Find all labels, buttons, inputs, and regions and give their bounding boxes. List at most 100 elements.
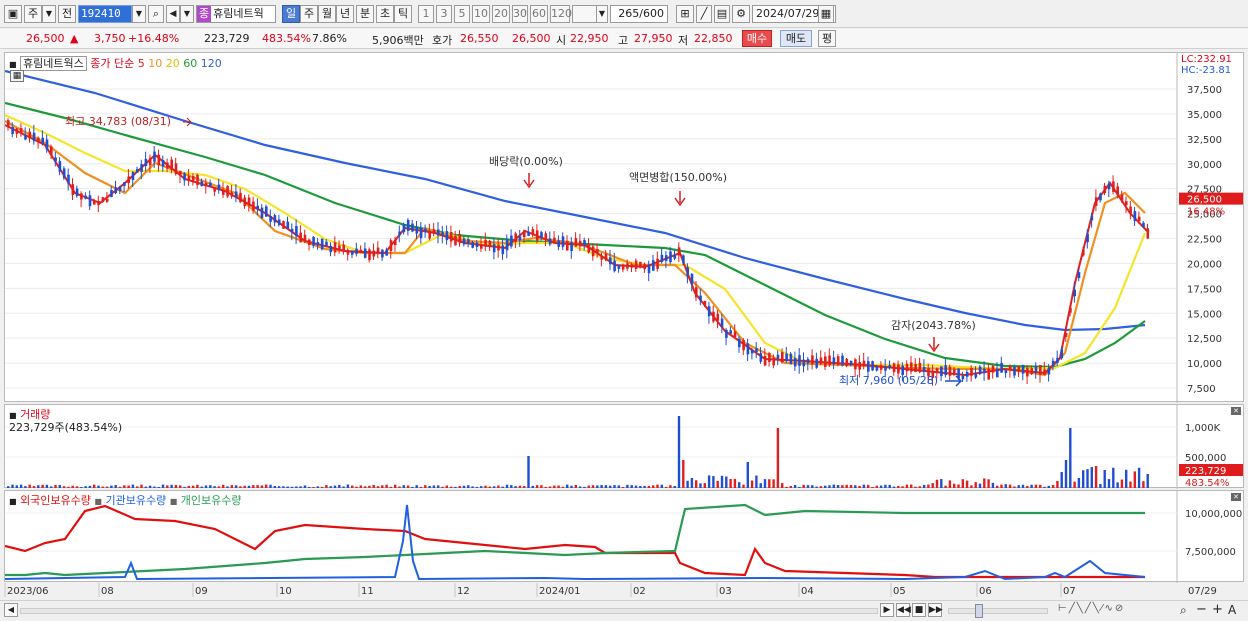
- panel-close-icon[interactable]: ✕: [1231, 407, 1241, 415]
- code-dropdown-icon[interactable]: ▼: [132, 5, 146, 23]
- data-count-box[interactable]: 265/600: [610, 5, 668, 23]
- draw-tool-icon[interactable]: ╱: [696, 5, 712, 23]
- search-icon[interactable]: ⌕: [148, 5, 164, 23]
- interval-button-120[interactable]: 120: [550, 5, 572, 23]
- interval-button-20[interactable]: 20: [492, 5, 510, 23]
- high-price: 27,950: [634, 32, 673, 45]
- zoom-track[interactable]: [948, 608, 1048, 614]
- candle-body: [604, 253, 608, 260]
- market-dropdown-icon[interactable]: ▼: [42, 5, 56, 23]
- interval-button-5[interactable]: 5: [454, 5, 470, 23]
- buy-button[interactable]: 매수: [742, 30, 772, 47]
- candle-body: [50, 146, 53, 156]
- volume-bar: [609, 485, 612, 488]
- speaker-dropdown-icon[interactable]: ▼: [180, 5, 194, 23]
- candle-body: [269, 215, 272, 222]
- period-button-4[interactable]: 분: [356, 5, 374, 23]
- dividend-arrow-icon: [523, 173, 535, 189]
- market-prev-button[interactable]: 전: [58, 5, 76, 23]
- candle-body: [1112, 181, 1115, 192]
- candle-body: [127, 176, 130, 184]
- period-button-5[interactable]: 초: [376, 5, 394, 23]
- font-size-icon[interactable]: A: [1228, 603, 1236, 617]
- rewind-button[interactable]: ◀◀: [896, 603, 911, 617]
- volume-bar: [828, 485, 831, 488]
- candle-body: [510, 235, 513, 247]
- volume-bar: [200, 486, 203, 488]
- price-change: 3,750: [94, 32, 126, 45]
- window-menu-icon[interactable]: ▣: [4, 5, 22, 23]
- volume-bar: [720, 475, 724, 488]
- volume-bar: [24, 486, 27, 488]
- interval-dropdown-icon[interactable]: ▼: [596, 5, 608, 23]
- candle-body: [58, 161, 62, 172]
- period-button-6[interactable]: 틱: [394, 5, 412, 23]
- scrollbar-track[interactable]: [20, 608, 878, 614]
- sell-button[interactable]: 매도: [780, 30, 812, 47]
- period-button-3[interactable]: 년: [336, 5, 354, 23]
- volume-bar: [222, 484, 225, 488]
- volume-bar: [1060, 472, 1063, 488]
- volume-bar: [381, 485, 384, 488]
- period-button-1[interactable]: 주: [300, 5, 318, 23]
- volume-bar: [587, 485, 590, 488]
- volume-bar: [475, 486, 479, 488]
- panel-close-icon[interactable]: ✕: [1231, 493, 1241, 501]
- volume-bar: [441, 486, 444, 488]
- stock-code-input[interactable]: 192410: [78, 5, 132, 23]
- volume-chart[interactable]: 1,000K 500,000 223,729483.54%: [5, 405, 1245, 489]
- forward-button[interactable]: ▶▶: [928, 603, 943, 617]
- candle-body: [118, 186, 122, 191]
- interval-button-10[interactable]: 10: [472, 5, 490, 23]
- market-select[interactable]: 주: [24, 5, 42, 23]
- scroll-right-button[interactable]: ▶: [880, 603, 894, 617]
- price-legend: ■ 휴림네트웍스 종가 단순 5 10 20 60 120: [9, 55, 222, 71]
- volume-bar: [518, 485, 522, 488]
- period-button-0[interactable]: 일: [282, 5, 300, 23]
- period-button-2[interactable]: 월: [318, 5, 336, 23]
- interval-button-3[interactable]: 3: [436, 5, 452, 23]
- candle-body: [161, 160, 165, 167]
- interval-button-60[interactable]: 60: [530, 5, 548, 23]
- candle-body: [308, 239, 311, 246]
- candle-body: [303, 234, 307, 241]
- interval-button-30[interactable]: 30: [512, 5, 528, 23]
- volume-bar: [411, 486, 414, 488]
- volume-panel[interactable]: 1,000K 500,000 223,729 483.54% ■ 거래량 223,72…: [4, 404, 1245, 489]
- ownership-panel[interactable]: 10,000,000 7,500,000 ■ 외국인보유수량 ■ 기관보유수량 ■…: [4, 490, 1244, 583]
- average-button[interactable]: 평: [818, 30, 836, 47]
- zoom-out-icon[interactable]: −: [1196, 602, 1207, 617]
- candle-body: [609, 257, 612, 265]
- stock-title-tag[interactable]: 휴림네트웍스: [20, 56, 87, 71]
- volume-bar: [690, 477, 694, 488]
- calendar-icon[interactable]: ▦: [818, 5, 834, 23]
- volume-bar: [1107, 479, 1111, 488]
- zoom-in-icon[interactable]: +: [1212, 602, 1223, 617]
- volume-bar: [566, 484, 569, 488]
- volume-bar: [359, 485, 362, 488]
- zoom-thumb[interactable]: [975, 604, 983, 618]
- zoom-search-icon[interactable]: ⌕: [1180, 603, 1187, 618]
- save-icon[interactable]: ▤: [714, 5, 730, 23]
- candle-body: [854, 359, 857, 370]
- price-chart[interactable]: 37,50035,00032,50030,00027,50025,00022,5…: [5, 53, 1245, 403]
- y-tick-label: 12,500: [1187, 334, 1222, 345]
- grid-icon[interactable]: ▦: [10, 70, 24, 82]
- volume-bar: [725, 476, 728, 488]
- candle-body: [806, 359, 810, 364]
- x-tick-label: 06: [979, 586, 992, 597]
- stop-button[interactable]: ■: [912, 603, 926, 617]
- volume-bar: [940, 479, 943, 488]
- gear-icon[interactable]: ⚙: [732, 5, 750, 23]
- interval-button-1[interactable]: 1: [418, 5, 434, 23]
- candle-body: [67, 174, 70, 184]
- drawing-tools[interactable]: ⊢╱╲╱╲⁄∿⊘: [1058, 603, 1125, 614]
- x-tick-label: 02: [633, 586, 646, 597]
- volume-bar: [144, 486, 147, 488]
- speaker-icon[interactable]: ◀: [166, 5, 180, 23]
- volume-bar: [763, 479, 767, 488]
- candle-body: [836, 356, 840, 365]
- scroll-left-button[interactable]: ◀: [4, 603, 18, 617]
- price-chart-panel[interactable]: 37,500 35,000 32,500 30,000 27,500 25,000 22,5…: [4, 52, 1245, 403]
- chart-tool-icon[interactable]: ⊞: [676, 5, 694, 23]
